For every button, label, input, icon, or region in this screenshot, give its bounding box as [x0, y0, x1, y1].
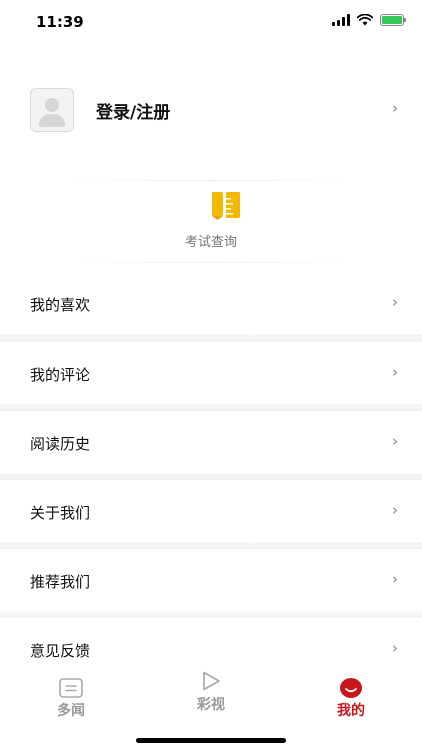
menu-item-about-us[interactable]: 关于我们 ›	[0, 480, 422, 542]
exam-query-icon[interactable]	[211, 190, 241, 220]
chevron-right-icon: ›	[392, 293, 398, 311]
tab-label: 彩视	[197, 697, 225, 713]
play-icon	[203, 671, 220, 691]
tab-video[interactable]: 彩视	[161, 666, 261, 716]
avatar[interactable]	[30, 88, 74, 132]
menu-item-label: 意见反馈	[30, 642, 91, 660]
wifi-icon	[357, 14, 373, 26]
news-icon	[59, 678, 83, 698]
menu-item-label: 我的评论	[30, 366, 91, 384]
menu-item-label: 阅读历史	[30, 435, 91, 453]
chevron-right-icon: ›	[392, 570, 398, 588]
menu-item-label: 关于我们	[30, 504, 91, 522]
status-icons	[332, 14, 406, 26]
divider	[60, 180, 362, 181]
menu-item-my-comments[interactable]: 我的评论 ›	[0, 342, 422, 404]
menu-item-label: 我的喜欢	[30, 296, 91, 314]
divider	[60, 262, 362, 263]
chevron-right-icon: ›	[392, 99, 398, 117]
menu-item-my-likes[interactable]: 我的喜欢 ›	[0, 272, 422, 334]
status-bar: 11:39	[0, 0, 422, 44]
tab-news[interactable]: 多闻	[21, 672, 121, 722]
tab-mine[interactable]: 我的	[301, 672, 401, 722]
menu-item-label: 推荐我们	[30, 573, 91, 591]
menu-item-feedback[interactable]: 意见反馈 ›	[0, 618, 422, 672]
chevron-right-icon: ›	[392, 432, 398, 450]
section-separator	[0, 334, 422, 342]
default-avatar-icon	[31, 89, 73, 131]
chevron-right-icon: ›	[392, 501, 398, 519]
menu-item-reading-history[interactable]: 阅读历史 ›	[0, 411, 422, 473]
status-time: 11:39	[36, 13, 84, 31]
exam-query-label[interactable]: 考试查询	[0, 231, 422, 250]
tab-label: 我的	[337, 703, 365, 719]
signal-icon	[332, 14, 350, 26]
profile-row[interactable]: 登录/注册 ›	[0, 88, 422, 134]
smile-icon	[340, 678, 362, 698]
chevron-right-icon: ›	[392, 639, 398, 657]
chevron-right-icon: ›	[392, 363, 398, 381]
login-register-label[interactable]: 登录/注册	[96, 98, 170, 123]
tab-label: 多闻	[57, 703, 85, 719]
menu-item-recommend-us[interactable]: 推荐我们 ›	[0, 549, 422, 611]
home-indicator	[136, 738, 286, 743]
battery-icon	[380, 14, 406, 26]
exam-query-section: 考试查询	[0, 178, 422, 268]
